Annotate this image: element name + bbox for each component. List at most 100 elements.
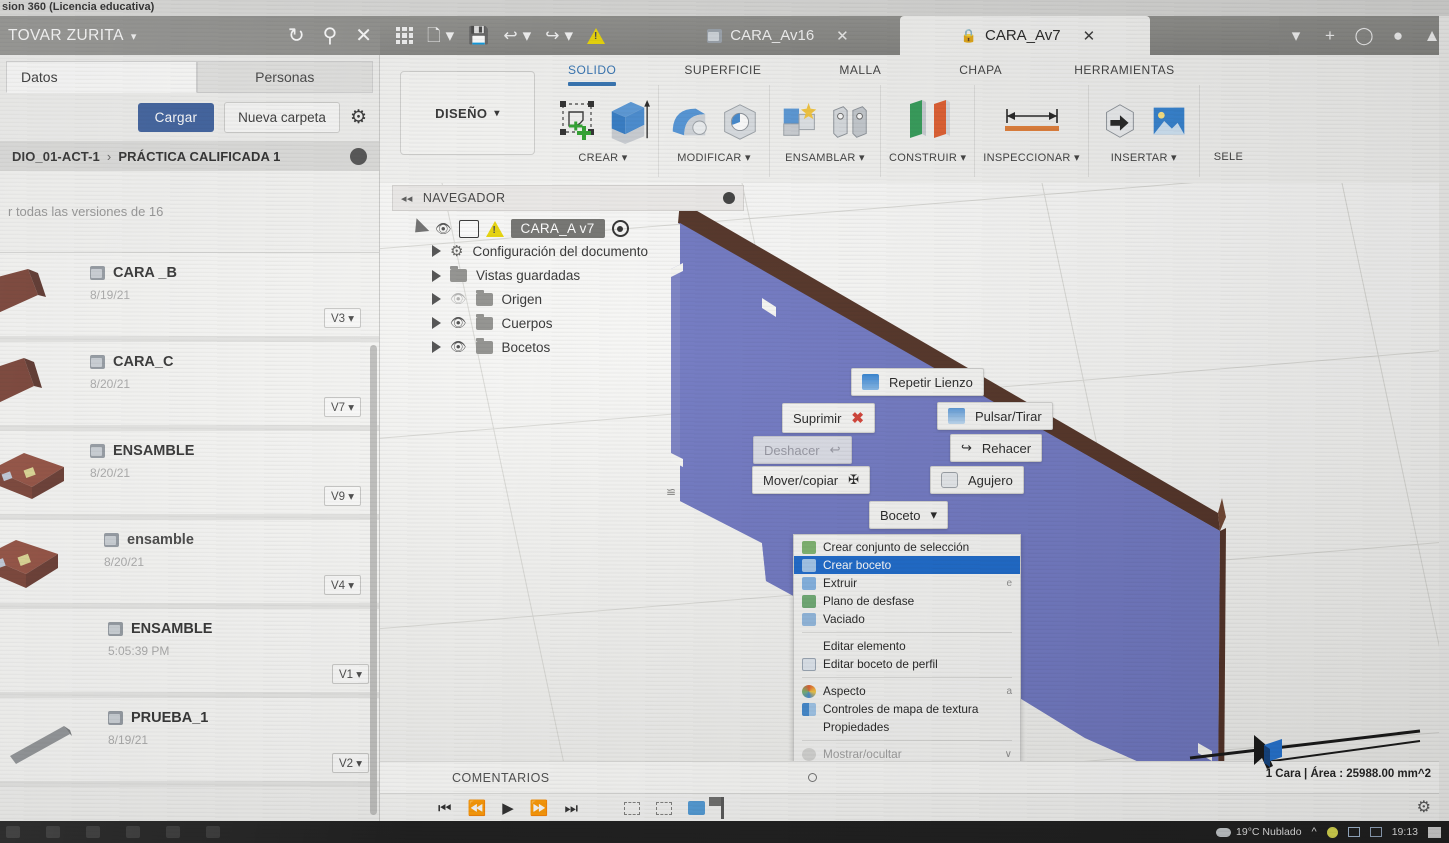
insert-canvas-icon[interactable] bbox=[1147, 95, 1191, 147]
chevron-down-icon[interactable]: ▾ bbox=[446, 27, 455, 44]
tab-chapa[interactable]: CHAPA bbox=[901, 61, 1022, 88]
marking-menu-rehacer[interactable]: ↪ Rehacer bbox=[950, 434, 1043, 462]
panel-label-seleccionar[interactable]: SELE bbox=[1214, 151, 1243, 163]
shell-icon[interactable] bbox=[717, 95, 761, 147]
browser-row-vistas[interactable]: Vistas guardadas bbox=[392, 264, 744, 287]
panel-label-ensamblar[interactable]: ENSAMBLAR ▾ bbox=[785, 151, 865, 164]
app-grid-icon[interactable] bbox=[396, 27, 413, 44]
add-comment-icon[interactable] bbox=[807, 773, 817, 782]
menu-item-editar-elemento[interactable]: Editar elemento bbox=[794, 637, 1020, 655]
menu-item-editar-boceto-perfil[interactable]: Editar boceto de perfil bbox=[794, 655, 1020, 673]
go-to-end-icon[interactable]: ⏭ bbox=[564, 801, 578, 816]
undo-icon[interactable]: ↩ bbox=[503, 27, 517, 44]
menu-item-crear-boceto[interactable]: Crear boceto bbox=[794, 556, 1020, 574]
tray-icon-app2[interactable] bbox=[1369, 827, 1382, 837]
tab-personas[interactable]: Personas bbox=[196, 61, 373, 93]
chevron-down-icon[interactable]: ▾ bbox=[1279, 16, 1313, 55]
chevron-down-icon[interactable]: ▾ bbox=[564, 27, 573, 44]
taskbar-app-icon[interactable] bbox=[206, 826, 220, 838]
eye-icon[interactable]: 👁 bbox=[450, 315, 467, 331]
plus-icon[interactable]: + bbox=[1313, 16, 1347, 55]
tray-icon-app[interactable] bbox=[1347, 827, 1360, 837]
go-to-start-icon[interactable]: ⏮ bbox=[438, 801, 452, 816]
redo-icon[interactable]: ↪ bbox=[545, 27, 559, 44]
tab-superficie[interactable]: SUPERFICIE bbox=[636, 61, 781, 88]
minimize-icon[interactable] bbox=[723, 192, 735, 204]
search-icon[interactable]: ⚲ bbox=[323, 26, 338, 46]
fillet-icon[interactable] bbox=[667, 95, 711, 147]
insert-derive-icon[interactable] bbox=[1097, 95, 1141, 147]
expand-triangle-icon[interactable] bbox=[432, 293, 441, 305]
eye-icon[interactable]: 👁 bbox=[450, 291, 467, 307]
panel-label-construir[interactable]: CONSTRUIR ▾ bbox=[889, 151, 966, 164]
start-icon[interactable] bbox=[6, 826, 20, 838]
warning-icon[interactable] bbox=[586, 27, 605, 44]
collapse-left-icon[interactable]: ◂◂ bbox=[401, 192, 413, 205]
eye-icon[interactable]: 👁 bbox=[435, 221, 452, 237]
tab-datos[interactable]: Datos bbox=[6, 61, 197, 93]
expand-triangle-icon[interactable] bbox=[432, 317, 441, 329]
eye-icon[interactable]: 👁 bbox=[450, 339, 467, 355]
browser-row-configuracion[interactable]: ⚙ Configuración del documento bbox=[392, 238, 744, 264]
version-badge[interactable]: V1 ▾ bbox=[331, 664, 369, 684]
browser-row-cuerpos[interactable]: 👁 Cuerpos bbox=[392, 311, 744, 335]
menu-item-aspecto[interactable]: Aspecto a bbox=[794, 682, 1020, 700]
gear-icon[interactable]: ⚙ bbox=[1417, 797, 1431, 817]
action-center-icon[interactable] bbox=[1428, 826, 1441, 838]
extrude-marker-icon[interactable] bbox=[687, 801, 705, 815]
gear-icon[interactable]: ⚙ bbox=[350, 106, 367, 129]
chevron-up-icon[interactable]: ^ bbox=[1312, 826, 1317, 838]
close-icon[interactable]: ✕ bbox=[355, 26, 372, 46]
upload-button[interactable]: Cargar bbox=[137, 102, 215, 132]
tab-solido[interactable]: SOLIDO bbox=[548, 61, 636, 88]
list-item[interactable]: ENSAMBLE 8/20/21 V9 ▾ bbox=[0, 431, 379, 520]
panel-label-insertar[interactable]: INSERTAR ▾ bbox=[1111, 151, 1177, 164]
panel-label-inspeccionar[interactable]: INSPECCIONAR ▾ bbox=[983, 151, 1080, 164]
marking-menu-pulsar-tirar[interactable]: Pulsar/Tirar bbox=[937, 402, 1053, 430]
expand-triangle-icon[interactable] bbox=[432, 245, 441, 257]
globe-icon[interactable] bbox=[350, 147, 367, 165]
browser-root-row[interactable]: 👁 CARA_A v7 bbox=[392, 211, 744, 239]
taskbar-app-icon[interactable] bbox=[126, 826, 140, 838]
taskbar-app-icon[interactable] bbox=[166, 826, 180, 838]
tray-icon-yellow[interactable] bbox=[1326, 826, 1338, 838]
versions-note[interactable]: r todas las versiones de 16 bbox=[0, 171, 379, 253]
list-item[interactable]: ENSAMBLE 5:05:39 PM V1 ▾ bbox=[0, 609, 379, 698]
version-badge[interactable]: V2 ▾ bbox=[331, 753, 369, 773]
version-badge[interactable]: V4 ▾ bbox=[323, 575, 361, 595]
marking-menu-boceto[interactable]: Boceto ▾ bbox=[869, 501, 949, 529]
new-folder-button[interactable]: Nueva carpeta bbox=[224, 101, 340, 133]
canvas-viewport[interactable]: ◂◂ NAVEGADOR 👁 CARA_A v7 ⚙ Configuración… bbox=[380, 183, 1449, 822]
menu-item-plano-desfase[interactable]: Plano de desfase bbox=[794, 592, 1020, 610]
account-icon[interactable]: ● bbox=[1381, 16, 1415, 55]
close-icon[interactable]: ✕ bbox=[836, 27, 849, 45]
help-circle-icon[interactable]: ◯ bbox=[1347, 16, 1381, 55]
taskbar-app-icon[interactable] bbox=[86, 826, 100, 838]
step-forward-icon[interactable]: ⏩ bbox=[530, 801, 549, 816]
marking-menu-agujero[interactable]: Agujero bbox=[930, 466, 1024, 494]
sketch-marker-icon[interactable] bbox=[623, 801, 640, 815]
sketch-marker2-icon[interactable] bbox=[655, 801, 672, 815]
refresh-icon[interactable]: ↻ bbox=[288, 26, 305, 46]
clock[interactable]: 19:13 bbox=[1392, 826, 1418, 838]
activate-component-icon[interactable] bbox=[611, 220, 629, 237]
browser-row-bocetos[interactable]: 👁 Bocetos bbox=[392, 335, 744, 359]
new-component-icon[interactable] bbox=[778, 95, 822, 147]
menu-item-extruir[interactable]: Extruir e bbox=[794, 574, 1020, 592]
tab-herramientas[interactable]: HERRAMIENTAS bbox=[1022, 61, 1194, 88]
expand-triangle-icon[interactable] bbox=[408, 218, 430, 239]
joint-icon[interactable] bbox=[828, 95, 872, 147]
list-item[interactable]: CARA_C 8/20/21 V7 ▾ bbox=[0, 342, 379, 431]
marking-menu-mover-copiar[interactable]: Mover/copiar ✠ bbox=[752, 466, 871, 494]
panel-label-crear[interactable]: CREAR ▾ bbox=[578, 151, 627, 164]
list-item[interactable]: ensamble 8/20/21 V4 ▾ bbox=[0, 520, 379, 609]
workspace-selector[interactable]: DISEÑO ▾ bbox=[400, 71, 535, 155]
save-icon[interactable]: 💾 bbox=[468, 27, 489, 44]
panel-label-modificar[interactable]: MODIFICAR ▾ bbox=[677, 151, 751, 164]
close-icon[interactable]: ✕ bbox=[1083, 27, 1096, 45]
browser-root-name[interactable]: CARA_A v7 bbox=[510, 219, 605, 238]
data-panel-scrollbar[interactable] bbox=[370, 345, 377, 815]
version-badge[interactable]: V3 ▾ bbox=[323, 308, 361, 328]
weather-widget[interactable]: 19°C Nublado bbox=[1216, 826, 1302, 838]
menu-item-propiedades[interactable]: Propiedades bbox=[794, 718, 1020, 736]
